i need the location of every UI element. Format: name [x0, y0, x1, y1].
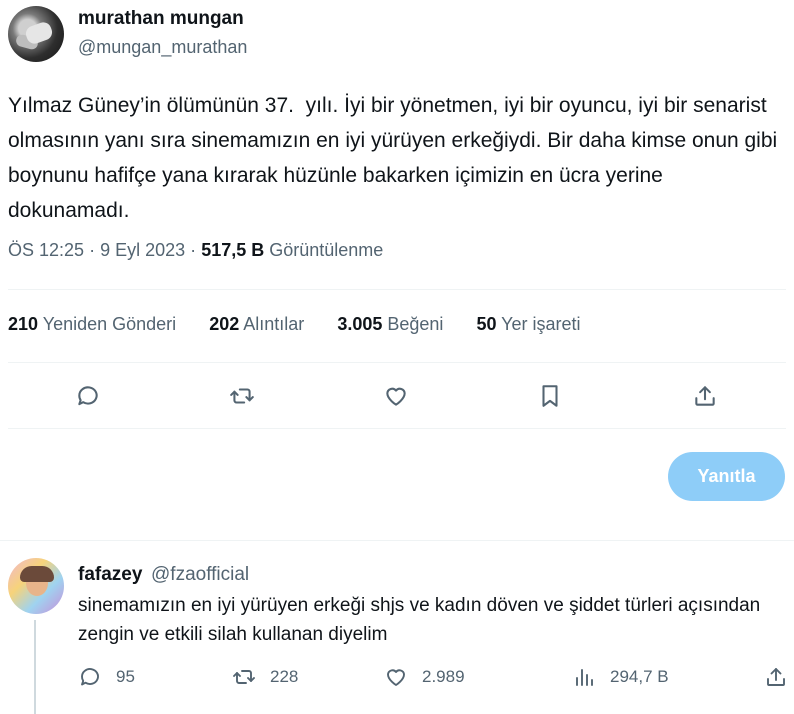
author-avatar[interactable] [8, 6, 64, 62]
reply-tweet[interactable]: fafazey @fzaofficial sinemamızın en iyi … [8, 558, 788, 714]
reply-views-action[interactable]: 294,7 B [572, 662, 669, 692]
reply-icon [81, 668, 99, 686]
reply-button[interactable]: Yanıtla [668, 452, 785, 501]
tweet-text: Yılmaz Güney’in ölümünün 37. yılı. İyi b… [8, 94, 784, 222]
reply-author-handle[interactable]: @fzaofficial [151, 564, 249, 586]
share-icon [767, 668, 785, 686]
views-icon [576, 669, 593, 686]
bookmark-icon[interactable] [528, 374, 572, 418]
reply-actions: 95 228 2.989 294,7 B [78, 662, 790, 692]
tweet-stats: 210 Yeniden Gönderi 202 Alıntılar 3.005 … [8, 314, 609, 335]
reply-retweet-action[interactable]: 228 [232, 662, 298, 692]
reply-avatar[interactable] [8, 558, 64, 614]
divider [0, 540, 794, 541]
stat-retweets[interactable]: 210 Yeniden Gönderi [8, 314, 176, 335]
thread-line [34, 620, 36, 714]
stat-quotes[interactable]: 202 Alıntılar [209, 314, 304, 335]
tweet-author: murathan mungan @mungan_murathan [8, 4, 788, 62]
author-handle[interactable]: @mungan_murathan [78, 37, 247, 58]
meta-separator: · [190, 240, 197, 260]
divider [8, 362, 786, 363]
tweet-time[interactable]: ÖS 12:25 [8, 240, 84, 260]
meta-separator: · [89, 240, 96, 260]
views-label: Görüntülenme [269, 240, 384, 260]
share-icon[interactable] [683, 374, 727, 418]
reply-like-action[interactable]: 2.989 [384, 662, 465, 692]
author-name[interactable]: murathan mungan [78, 8, 244, 30]
stat-bookmarks[interactable]: 50 Yer işareti [476, 314, 580, 335]
reply-count: 95 [116, 667, 135, 686]
divider [8, 428, 786, 429]
like-icon [387, 669, 405, 686]
reply-author-name[interactable]: fafazey [78, 564, 142, 586]
reply-reply-action[interactable]: 95 [78, 662, 135, 692]
like-icon[interactable] [374, 374, 418, 418]
like-count: 2.989 [422, 667, 465, 686]
stat-likes[interactable]: 3.005 Beğeni [337, 314, 443, 335]
views-count: 517,5 B [201, 240, 265, 260]
tweet-date[interactable]: 9 Eyl 2023 [100, 240, 185, 260]
reply-text: sinemamızın en iyi yürüyen erkeği shjs v… [78, 595, 761, 645]
retweet-count: 228 [270, 667, 299, 686]
views-count: 294,7 B [610, 667, 669, 686]
divider [8, 289, 786, 290]
retweet-icon [233, 670, 255, 684]
tweet-meta: ÖS 12:25 · 9 Eyl 2023 · 517,5 B Görüntül… [8, 240, 383, 261]
retweet-icon[interactable] [220, 374, 264, 418]
reply-icon[interactable] [66, 374, 110, 418]
tweet-actions [8, 374, 788, 418]
reply-share-action[interactable] [764, 662, 788, 692]
